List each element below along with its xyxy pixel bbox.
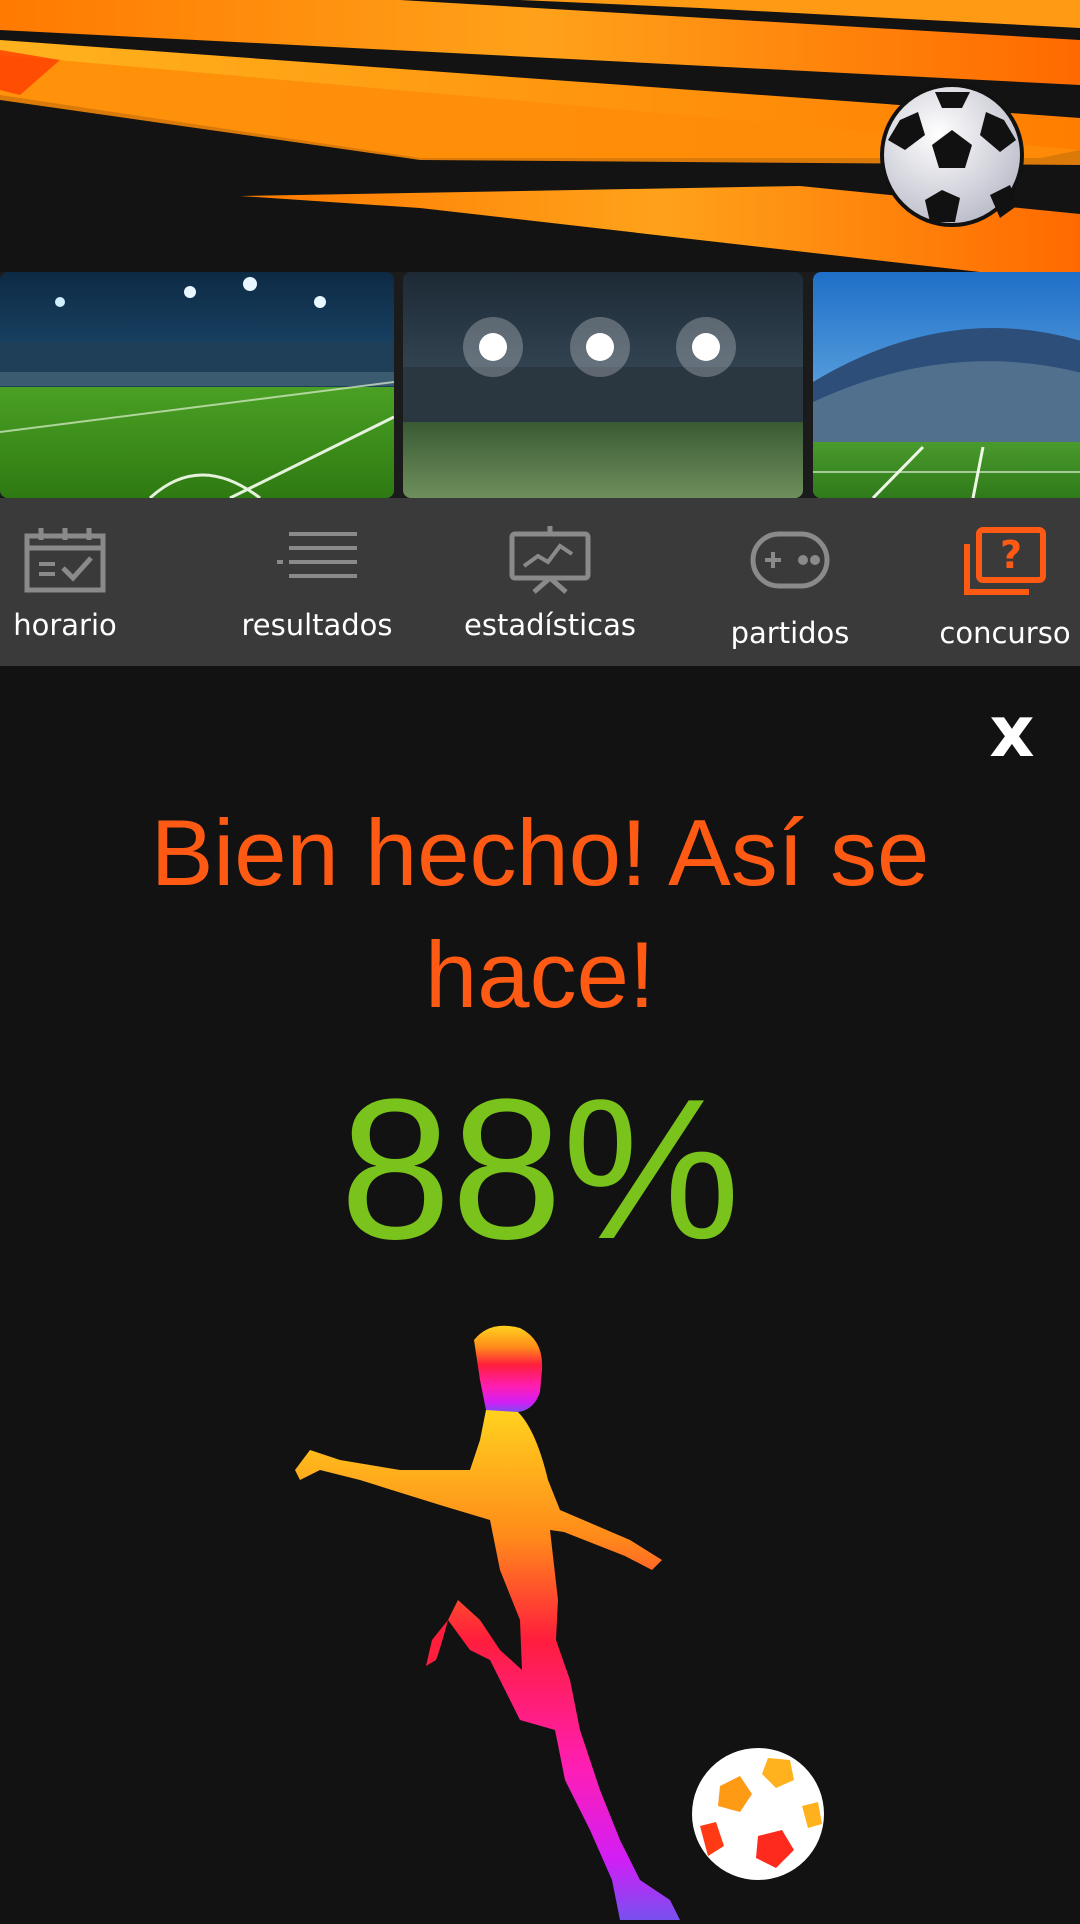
score-percentage: 88% [339, 1058, 741, 1281]
list-icon [277, 532, 357, 578]
stadium-image-1[interactable] [0, 272, 394, 498]
orange-streaks-graphic [0, 0, 1080, 272]
svg-text:?: ? [1000, 533, 1022, 577]
player-body [295, 1410, 680, 1920]
bottom-nav-bar: horario resultados estadísticas partidos… [0, 498, 1080, 666]
quiz-icon: ? [964, 527, 1046, 595]
nav-label-partidos: partidos [730, 616, 850, 650]
nav-label-horario: horario [13, 608, 117, 642]
player-head [474, 1325, 543, 1413]
nav-label-concurso: concurso [939, 616, 1071, 650]
nav-item-horario[interactable]: horario [0, 498, 130, 666]
stadium-image-3[interactable] [813, 272, 1080, 498]
stadium-image-carousel[interactable] [0, 272, 1080, 498]
nav-label-resultados: resultados [241, 608, 393, 642]
nav-item-estadisticas[interactable]: estadísticas [455, 498, 645, 666]
stadium-image-2[interactable] [403, 272, 803, 498]
close-button[interactable]: x [980, 697, 1044, 767]
nav-item-resultados[interactable]: resultados [225, 498, 409, 666]
nav-label-estadisticas: estadísticas [464, 608, 636, 642]
nav-item-partidos[interactable]: partidos [710, 498, 870, 666]
result-message: Bien hecho! Así se hace! [150, 800, 930, 1027]
soccer-ball-icon-bottom [692, 1748, 824, 1880]
calendar-icon [24, 528, 106, 593]
header-banner [0, 0, 1080, 272]
soccer-ball-icon [880, 83, 1024, 227]
gamepad-icon [750, 531, 830, 589]
presentation-chart-icon [509, 526, 591, 594]
nav-item-concurso[interactable]: ? concurso [935, 498, 1075, 666]
